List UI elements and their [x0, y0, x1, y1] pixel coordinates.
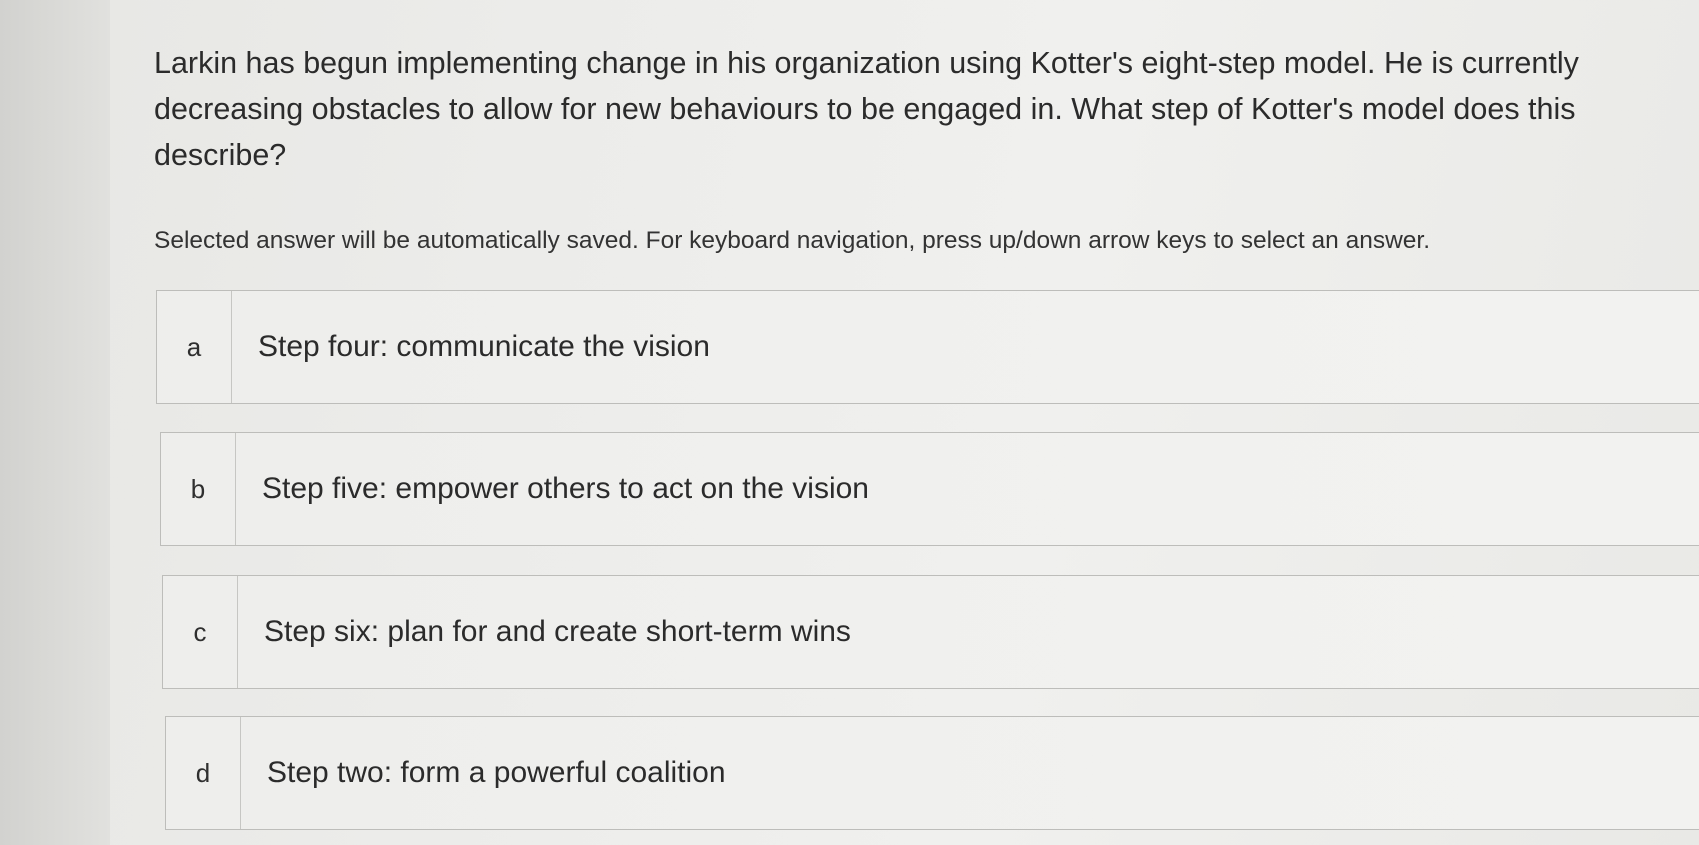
option-text: Step two: form a powerful coalition [267, 756, 726, 789]
answer-option-d[interactable]: d Step two: form a powerful coalition [165, 716, 1699, 830]
answer-option-b[interactable]: b Step five: empower others to act on th… [160, 432, 1699, 546]
option-text: Step four: communicate the vision [258, 330, 710, 363]
answer-option-c[interactable]: c Step six: plan for and create short-te… [162, 575, 1699, 689]
option-letter: c [163, 576, 238, 688]
option-letter: a [157, 291, 232, 403]
option-letter: d [166, 717, 241, 829]
answer-option-a[interactable]: a Step four: communicate the vision [156, 290, 1699, 404]
option-letter: b [161, 433, 236, 545]
option-text: Step five: empower others to act on the … [262, 472, 869, 505]
option-text: Step six: plan for and create short-term… [264, 615, 851, 648]
answer-options: a Step four: communicate the vision b St… [0, 0, 1699, 845]
